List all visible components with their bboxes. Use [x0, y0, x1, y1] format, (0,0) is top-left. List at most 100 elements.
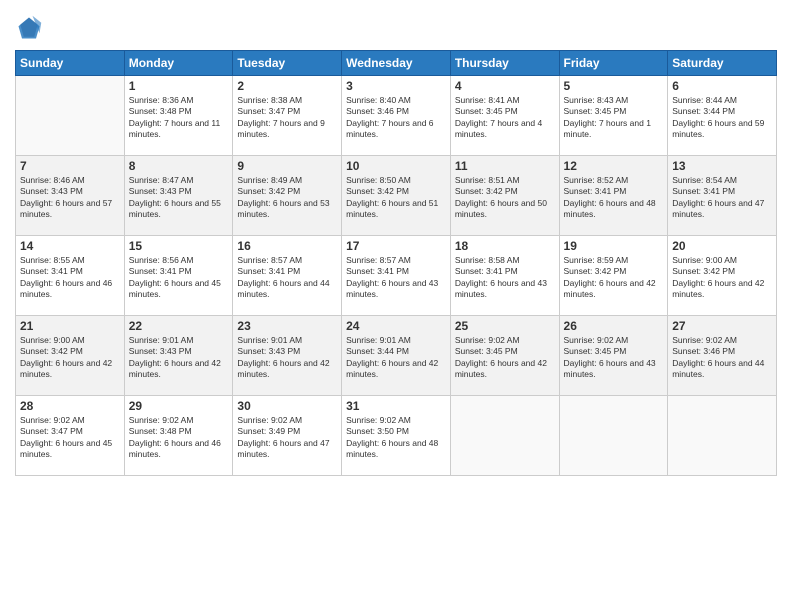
- day-info: Sunrise: 8:41 AMSunset: 3:45 PMDaylight:…: [455, 95, 555, 141]
- day-info: Sunrise: 9:01 AMSunset: 3:43 PMDaylight:…: [237, 335, 337, 381]
- day-number: 15: [129, 239, 229, 253]
- day-number: 30: [237, 399, 337, 413]
- day-number: 14: [20, 239, 120, 253]
- day-cell: 11 Sunrise: 8:51 AMSunset: 3:42 PMDayligh…: [450, 156, 559, 236]
- day-number: 23: [237, 319, 337, 333]
- day-info: Sunrise: 9:00 AMSunset: 3:42 PMDaylight:…: [672, 255, 772, 301]
- day-cell: 16 Sunrise: 8:57 AMSunset: 3:41 PMDayligh…: [233, 236, 342, 316]
- header-cell-tuesday: Tuesday: [233, 51, 342, 76]
- day-info: Sunrise: 8:38 AMSunset: 3:47 PMDaylight:…: [237, 95, 337, 141]
- day-cell: 8 Sunrise: 8:47 AMSunset: 3:43 PMDaylight…: [124, 156, 233, 236]
- day-cell: 31 Sunrise: 9:02 AMSunset: 3:50 PMDayligh…: [342, 396, 451, 476]
- header-cell-thursday: Thursday: [450, 51, 559, 76]
- day-number: 19: [564, 239, 664, 253]
- day-info: Sunrise: 8:58 AMSunset: 3:41 PMDaylight:…: [455, 255, 555, 301]
- day-cell: 27 Sunrise: 9:02 AMSunset: 3:46 PMDayligh…: [668, 316, 777, 396]
- day-cell: [16, 76, 125, 156]
- calendar-header: SundayMondayTuesdayWednesdayThursdayFrid…: [16, 51, 777, 76]
- day-cell: 3 Sunrise: 8:40 AMSunset: 3:46 PMDaylight…: [342, 76, 451, 156]
- day-cell: 4 Sunrise: 8:41 AMSunset: 3:45 PMDaylight…: [450, 76, 559, 156]
- day-info: Sunrise: 9:02 AMSunset: 3:50 PMDaylight:…: [346, 415, 446, 461]
- day-number: 12: [564, 159, 664, 173]
- day-info: Sunrise: 9:02 AMSunset: 3:46 PMDaylight:…: [672, 335, 772, 381]
- day-number: 8: [129, 159, 229, 173]
- day-number: 20: [672, 239, 772, 253]
- day-info: Sunrise: 8:40 AMSunset: 3:46 PMDaylight:…: [346, 95, 446, 141]
- day-cell: 20 Sunrise: 9:00 AMSunset: 3:42 PMDayligh…: [668, 236, 777, 316]
- logo-icon: [15, 14, 43, 42]
- header-cell-saturday: Saturday: [668, 51, 777, 76]
- day-cell: 13 Sunrise: 8:54 AMSunset: 3:41 PMDayligh…: [668, 156, 777, 236]
- day-cell: [450, 396, 559, 476]
- day-cell: 28Sunrise: 9:02 AMSunset: 3:47 PMDayligh…: [16, 396, 125, 476]
- day-number: 6: [672, 79, 772, 93]
- header-cell-sunday: Sunday: [16, 51, 125, 76]
- day-info: Sunrise: 8:44 AMSunset: 3:44 PMDaylight:…: [672, 95, 772, 141]
- day-number: 28: [20, 399, 120, 413]
- day-info: Sunrise: 8:36 AMSunset: 3:48 PMDaylight:…: [129, 95, 229, 141]
- logo: [15, 14, 47, 42]
- day-info: Sunrise: 9:02 AMSunset: 3:45 PMDaylight:…: [455, 335, 555, 381]
- day-info: Sunrise: 9:01 AMSunset: 3:43 PMDaylight:…: [129, 335, 229, 381]
- day-info: Sunrise: 8:46 AMSunset: 3:43 PMDaylight:…: [20, 175, 120, 221]
- day-cell: 18Sunrise: 8:58 AMSunset: 3:41 PMDayligh…: [450, 236, 559, 316]
- calendar: SundayMondayTuesdayWednesdayThursdayFrid…: [15, 50, 777, 476]
- day-cell: 9Sunrise: 8:49 AMSunset: 3:42 PMDaylight…: [233, 156, 342, 236]
- day-number: 7: [20, 159, 120, 173]
- day-number: 29: [129, 399, 229, 413]
- day-cell: 5 Sunrise: 8:43 AMSunset: 3:45 PMDaylight…: [559, 76, 668, 156]
- header-cell-monday: Monday: [124, 51, 233, 76]
- week-row-4: 21 Sunrise: 9:00 AMSunset: 3:42 PMDayligh…: [16, 316, 777, 396]
- day-info: Sunrise: 8:47 AMSunset: 3:43 PMDaylight:…: [129, 175, 229, 221]
- week-row-5: 28Sunrise: 9:02 AMSunset: 3:47 PMDayligh…: [16, 396, 777, 476]
- day-info: Sunrise: 8:56 AMSunset: 3:41 PMDaylight:…: [129, 255, 229, 301]
- day-cell: 19 Sunrise: 8:59 AMSunset: 3:42 PMDayligh…: [559, 236, 668, 316]
- day-cell: 1Sunrise: 8:36 AMSunset: 3:48 PMDaylight…: [124, 76, 233, 156]
- day-cell: 2 Sunrise: 8:38 AMSunset: 3:47 PMDaylight…: [233, 76, 342, 156]
- day-info: Sunrise: 8:52 AMSunset: 3:41 PMDaylight:…: [564, 175, 664, 221]
- day-info: Sunrise: 8:57 AMSunset: 3:41 PMDaylight:…: [346, 255, 446, 301]
- day-cell: 14Sunrise: 8:55 AMSunset: 3:41 PMDayligh…: [16, 236, 125, 316]
- day-info: Sunrise: 8:57 AMSunset: 3:41 PMDaylight:…: [237, 255, 337, 301]
- day-info: Sunrise: 8:43 AMSunset: 3:45 PMDaylight:…: [564, 95, 664, 141]
- day-number: 3: [346, 79, 446, 93]
- day-info: Sunrise: 9:02 AMSunset: 3:48 PMDaylight:…: [129, 415, 229, 461]
- day-cell: [668, 396, 777, 476]
- page: SundayMondayTuesdayWednesdayThursdayFrid…: [0, 0, 792, 612]
- day-number: 27: [672, 319, 772, 333]
- day-number: 10: [346, 159, 446, 173]
- day-number: 21: [20, 319, 120, 333]
- day-info: Sunrise: 9:01 AMSunset: 3:44 PMDaylight:…: [346, 335, 446, 381]
- day-number: 22: [129, 319, 229, 333]
- header-cell-friday: Friday: [559, 51, 668, 76]
- day-cell: 15 Sunrise: 8:56 AMSunset: 3:41 PMDayligh…: [124, 236, 233, 316]
- day-cell: 26Sunrise: 9:02 AMSunset: 3:45 PMDayligh…: [559, 316, 668, 396]
- day-cell: 25 Sunrise: 9:02 AMSunset: 3:45 PMDayligh…: [450, 316, 559, 396]
- day-info: Sunrise: 8:51 AMSunset: 3:42 PMDaylight:…: [455, 175, 555, 221]
- day-number: 24: [346, 319, 446, 333]
- day-cell: 23 Sunrise: 9:01 AMSunset: 3:43 PMDayligh…: [233, 316, 342, 396]
- day-number: 9: [237, 159, 337, 173]
- day-cell: 6 Sunrise: 8:44 AMSunset: 3:44 PMDaylight…: [668, 76, 777, 156]
- week-row-2: 7 Sunrise: 8:46 AMSunset: 3:43 PMDaylight…: [16, 156, 777, 236]
- day-cell: 22 Sunrise: 9:01 AMSunset: 3:43 PMDayligh…: [124, 316, 233, 396]
- day-number: 16: [237, 239, 337, 253]
- day-info: Sunrise: 8:54 AMSunset: 3:41 PMDaylight:…: [672, 175, 772, 221]
- day-number: 11: [455, 159, 555, 173]
- day-cell: 24 Sunrise: 9:01 AMSunset: 3:44 PMDayligh…: [342, 316, 451, 396]
- day-cell: [559, 396, 668, 476]
- calendar-body: 1Sunrise: 8:36 AMSunset: 3:48 PMDaylight…: [16, 76, 777, 476]
- header-cell-wednesday: Wednesday: [342, 51, 451, 76]
- day-number: 4: [455, 79, 555, 93]
- day-cell: 17Sunrise: 8:57 AMSunset: 3:41 PMDayligh…: [342, 236, 451, 316]
- day-number: 2: [237, 79, 337, 93]
- day-cell: 29 Sunrise: 9:02 AMSunset: 3:48 PMDayligh…: [124, 396, 233, 476]
- day-number: 31: [346, 399, 446, 413]
- week-row-1: 1Sunrise: 8:36 AMSunset: 3:48 PMDaylight…: [16, 76, 777, 156]
- day-info: Sunrise: 8:50 AMSunset: 3:42 PMDaylight:…: [346, 175, 446, 221]
- day-number: 25: [455, 319, 555, 333]
- day-info: Sunrise: 9:00 AMSunset: 3:42 PMDaylight:…: [20, 335, 120, 381]
- day-number: 5: [564, 79, 664, 93]
- day-number: 13: [672, 159, 772, 173]
- day-info: Sunrise: 8:59 AMSunset: 3:42 PMDaylight:…: [564, 255, 664, 301]
